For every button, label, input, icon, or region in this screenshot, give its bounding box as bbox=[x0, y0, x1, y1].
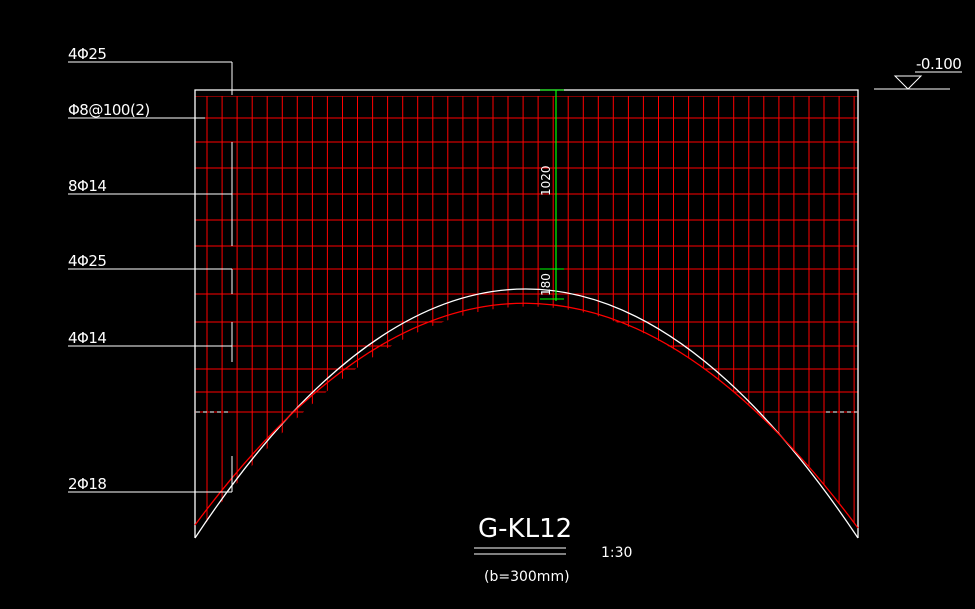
beam-outline bbox=[194, 89, 859, 539]
drawing-scale: 1:30 bbox=[601, 545, 632, 561]
dimension-group: 1020 180 bbox=[539, 89, 564, 301]
rebar-grid bbox=[195, 96, 858, 538]
label-side-bars: 8Φ14 bbox=[68, 177, 106, 195]
dimension-lower-value: 180 bbox=[539, 273, 553, 296]
label-lower-side-bars: 4Φ14 bbox=[68, 329, 106, 347]
title-block: G-KL12 (b=300mm) 1:30 bbox=[474, 514, 632, 585]
elevation-mark: -0.100 bbox=[874, 55, 962, 90]
elevation-triangle-icon bbox=[893, 75, 923, 90]
label-bottom-bars: 2Φ18 bbox=[68, 475, 106, 493]
label-middle-bars: 4Φ25 bbox=[68, 252, 106, 270]
beam-outer-edge bbox=[194, 89, 859, 538]
label-stirrups: Φ8@100(2) bbox=[68, 101, 150, 119]
drawing-subtitle: (b=300mm) bbox=[484, 569, 570, 585]
arch-inner-curve-red bbox=[194, 302, 859, 529]
rebar-grid-lines bbox=[195, 96, 858, 538]
label-top-bars: 4Φ25 bbox=[68, 45, 106, 63]
drawing-title: G-KL12 bbox=[478, 514, 572, 544]
elevation-value: -0.100 bbox=[916, 55, 961, 73]
dimension-upper-value: 1020 bbox=[539, 165, 553, 196]
drawing-canvas: 4Φ25 Φ8@100(2) 8Φ14 4Φ25 4Φ14 2Φ18 -0.10… bbox=[0, 0, 975, 604]
beam-elevation-drawing: 4Φ25 Φ8@100(2) 8Φ14 4Φ25 4Φ14 2Φ18 -0.10… bbox=[68, 45, 962, 585]
